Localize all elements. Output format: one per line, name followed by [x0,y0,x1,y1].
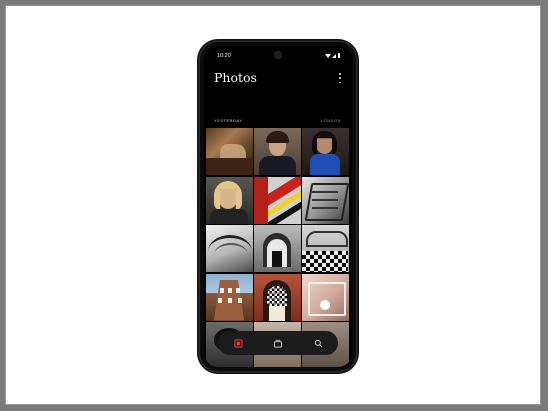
photo-thumbnail[interactable] [206,225,253,272]
status-icons [324,53,340,58]
photo-thumbnail[interactable] [302,128,349,175]
albums-tab[interactable] [266,334,290,352]
photo-thumbnail[interactable] [206,273,253,321]
photo-thumbnail[interactable] [302,176,349,224]
left-button-lower [197,182,199,204]
battery-icon [337,53,340,58]
page-title: Photos [214,70,257,85]
status-time: 10:20 [217,53,231,59]
bottom-nav [218,331,338,355]
phone-device: 10:20 Photos YESTERDAY LONDON [197,42,359,371]
photo-thumbnail[interactable] [206,128,253,175]
photo-thumbnail[interactable] [254,176,301,224]
signal-icon [332,53,336,58]
photos-icon [233,338,243,348]
section-location: LONDON [320,118,341,123]
photo-thumbnail[interactable] [302,273,349,321]
photos-tab[interactable] [226,334,250,352]
volume-button [357,218,359,238]
left-button [197,152,199,174]
photo-thumbnail[interactable] [206,176,253,224]
search-tab[interactable] [306,334,330,352]
phone-screen: 10:20 Photos YESTERDAY LONDON [204,46,352,367]
wifi-icon [324,53,331,58]
section-date: YESTERDAY [214,118,243,123]
power-button [357,168,359,198]
photo-thumbnail[interactable] [254,225,301,272]
albums-icon [273,339,283,348]
photo-thumbnail[interactable] [254,128,301,175]
photo-thumbnail[interactable] [302,225,349,272]
photo-thumbnail[interactable] [254,273,301,321]
status-bar: 10:20 [204,46,352,62]
more-vert-icon[interactable] [338,73,342,83]
search-icon [314,339,322,347]
front-camera [275,52,281,58]
